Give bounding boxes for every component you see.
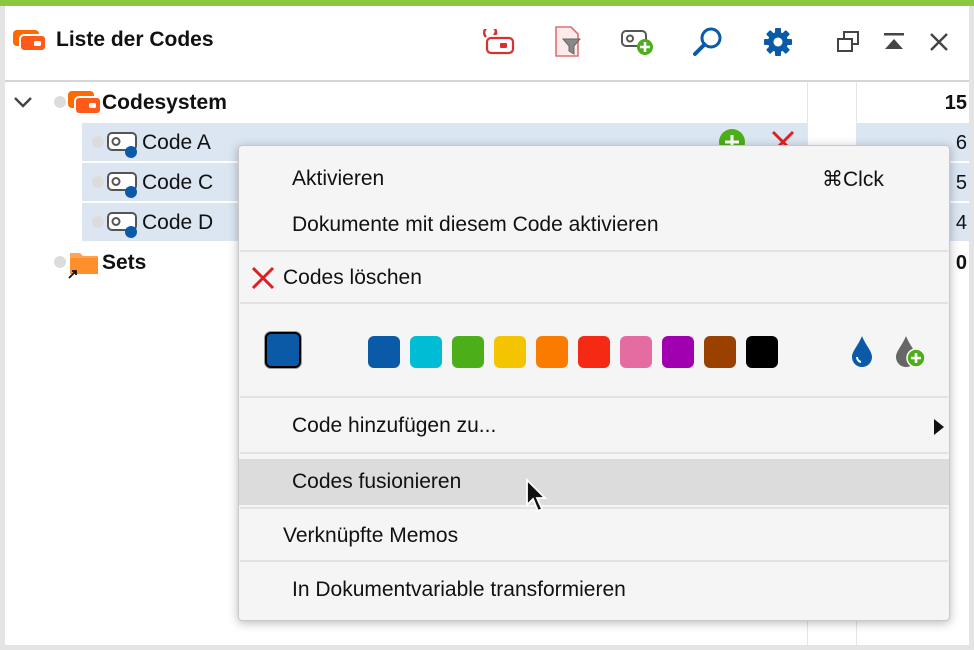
new-code-button[interactable]	[618, 22, 658, 62]
search-icon	[693, 27, 722, 56]
submenu-arrow-icon	[933, 418, 945, 442]
close-button[interactable]	[919, 22, 959, 62]
code-icon	[106, 211, 142, 246]
filter-document-icon	[555, 26, 582, 57]
menu-separator	[240, 452, 948, 454]
tree-row-codesystem[interactable]: Codesystem 15	[5, 83, 969, 121]
menu-item-delete-codes[interactable]: Codes löschen	[239, 261, 949, 295]
undock-window-button[interactable]	[828, 22, 868, 62]
status-dot	[92, 176, 104, 188]
filter-document-button[interactable]	[548, 22, 588, 62]
menu-label-delete-codes: Codes löschen	[283, 266, 422, 289]
status-dot	[92, 136, 104, 148]
maximize-up-icon	[884, 33, 904, 49]
tree-label-code: Code A	[142, 131, 211, 154]
menu-separator	[240, 507, 948, 509]
menu-separator	[240, 560, 948, 562]
menu-item-merge-codes[interactable]: Codes fusionieren	[239, 459, 949, 505]
tree-label-sets: Sets	[102, 251, 147, 274]
menu-item-linked-memos[interactable]: Verknüpfte Memos	[239, 519, 949, 553]
color-drop-icon[interactable]	[849, 334, 875, 373]
context-menu: Aktivieren ⌘Clck Dokumente mit diesem Co…	[238, 145, 950, 621]
menu-item-transform[interactable]: In Dokumentvariable transformieren	[239, 573, 949, 607]
sets-folder-icon	[67, 249, 101, 284]
code-icon	[106, 131, 142, 166]
current-color-swatch[interactable]	[265, 332, 301, 368]
tree-label-codesystem: Codesystem	[102, 91, 227, 114]
titlebar-divider	[5, 80, 969, 82]
tree-label-code: Code D	[142, 211, 214, 234]
menu-item-add-code-to[interactable]: Code hinzufügen zu...	[239, 409, 949, 443]
color-swatch[interactable]	[746, 336, 778, 368]
status-dot	[54, 96, 66, 108]
status-dot	[92, 216, 104, 228]
menu-separator	[240, 396, 948, 398]
activate-codes-button[interactable]	[480, 22, 520, 62]
window-titlebar: Liste der Codes	[5, 6, 969, 80]
status-dot	[54, 256, 66, 268]
menu-label-transform: In Dokumentvariable transformieren	[292, 578, 626, 601]
new-code-icon	[621, 30, 653, 55]
delete-x-icon	[250, 265, 276, 297]
color-swatch[interactable]	[620, 336, 652, 368]
close-icon	[930, 33, 948, 51]
menu-label-activate-documents: Dokumente mit diesem Code aktivieren	[292, 213, 659, 236]
color-swatch[interactable]	[494, 336, 526, 368]
count-codesystem: 15	[944, 92, 967, 114]
menu-shortcut-activate: ⌘Clck	[822, 167, 884, 191]
menu-label-linked-memos: Verknüpfte Memos	[283, 524, 459, 547]
chevron-down-icon[interactable]	[13, 95, 33, 114]
menu-label-add-code-to: Code hinzufügen zu...	[292, 414, 497, 437]
maximize-up-button[interactable]	[874, 22, 914, 62]
color-swatch[interactable]	[704, 336, 736, 368]
menu-item-activate[interactable]: Aktivieren ⌘Clck	[239, 162, 949, 196]
codesystem-icon	[68, 91, 102, 120]
menu-separator	[240, 302, 948, 304]
color-swatch[interactable]	[452, 336, 484, 368]
color-swatch[interactable]	[578, 336, 610, 368]
code-icon	[106, 171, 142, 206]
search-button[interactable]	[688, 22, 728, 62]
color-swatch[interactable]	[368, 336, 400, 368]
color-swatch[interactable]	[662, 336, 694, 368]
menu-separator	[240, 250, 948, 252]
color-swatch[interactable]	[536, 336, 568, 368]
settings-button[interactable]	[758, 22, 798, 62]
menu-item-activate-documents[interactable]: Dokumente mit diesem Code aktivieren	[239, 208, 949, 242]
menu-label-merge-codes: Codes fusionieren	[292, 470, 462, 493]
activate-codes-icon	[483, 29, 515, 55]
tree-label-code: Code C	[142, 171, 214, 194]
add-color-icon[interactable]	[894, 334, 928, 375]
undock-window-icon	[837, 31, 859, 52]
mouse-pointer-icon	[525, 477, 549, 519]
menu-label-activate: Aktivieren	[292, 167, 385, 190]
window-title: Liste der Codes	[56, 28, 214, 51]
settings-gear-icon	[764, 28, 792, 56]
color-swatch[interactable]	[410, 336, 442, 368]
code-list-icon	[13, 30, 47, 57]
